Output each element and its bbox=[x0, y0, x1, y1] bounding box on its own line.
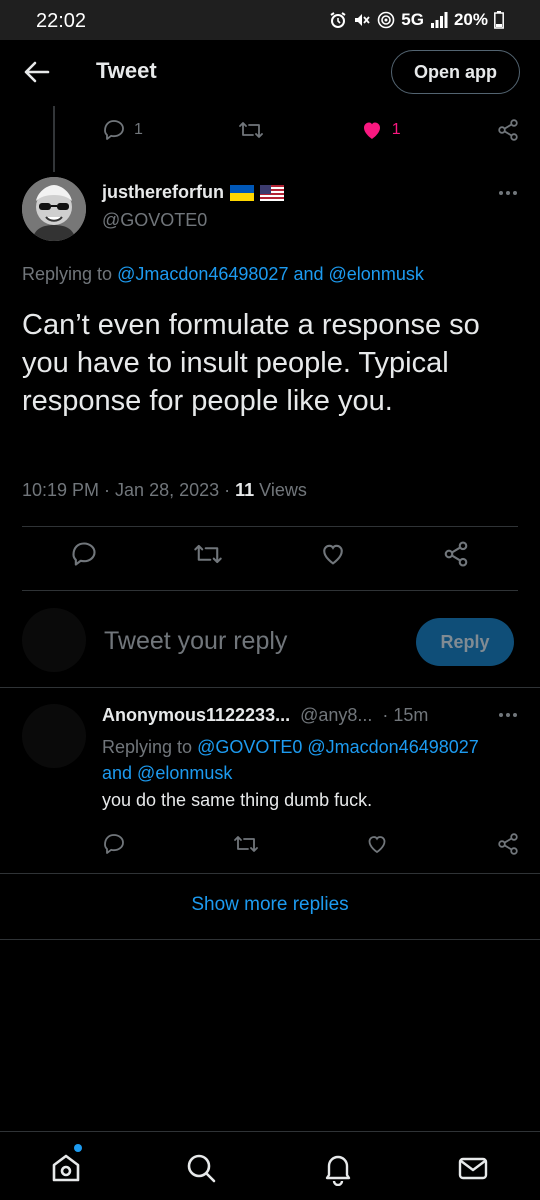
divider bbox=[0, 687, 540, 688]
nav-search[interactable] bbox=[183, 1150, 219, 1186]
tweet-timestamp[interactable]: 10:19 PM · Jan 28, 2023 · bbox=[22, 480, 235, 500]
bottom-nav bbox=[0, 1131, 540, 1200]
battery-icon bbox=[494, 11, 504, 29]
network-type: 5G bbox=[401, 10, 424, 29]
status-time: 22:02 bbox=[36, 10, 87, 32]
retweet-action[interactable] bbox=[233, 832, 259, 856]
reply-actions bbox=[102, 832, 520, 856]
my-avatar bbox=[22, 608, 86, 672]
reply-age: · 15m bbox=[382, 705, 429, 725]
mention-link[interactable]: @Jmacdon46498027 bbox=[117, 264, 288, 284]
reply-icon bbox=[104, 834, 124, 854]
top-bar: Tweet Open app bbox=[0, 40, 540, 106]
replying-to-prefix: Replying to bbox=[102, 737, 198, 757]
reply-input[interactable]: Tweet your reply bbox=[104, 627, 287, 656]
share-action[interactable] bbox=[442, 540, 470, 568]
replying-to: Replying to @Jmacdon46498027 and @elonmu… bbox=[22, 264, 424, 285]
like-action[interactable] bbox=[365, 832, 389, 856]
mention-link[interactable]: @GOVOTE0 bbox=[197, 737, 302, 757]
mail-icon bbox=[458, 1157, 488, 1180]
previous-tweet-actions: 1 1 bbox=[102, 118, 520, 142]
more-options-button[interactable] bbox=[498, 184, 518, 202]
more-horizontal-icon bbox=[499, 713, 517, 717]
open-app-button[interactable]: Open app bbox=[390, 50, 520, 94]
nav-messages[interactable] bbox=[455, 1150, 491, 1186]
show-more-replies-link[interactable]: Show more replies bbox=[0, 894, 540, 916]
mention-link[interactable]: @elonmusk bbox=[329, 264, 424, 284]
share-action[interactable] bbox=[496, 832, 520, 856]
retweet-icon bbox=[239, 122, 264, 138]
reply-header: Anonymous1122233... @any8... · 15m bbox=[102, 705, 428, 726]
like-count: 1 bbox=[391, 121, 401, 138]
mention-link[interactable]: @Jmacdon46498027 bbox=[307, 737, 478, 757]
alarm-icon bbox=[330, 12, 346, 28]
back-button[interactable] bbox=[18, 54, 54, 90]
reply-count: 1 bbox=[134, 121, 143, 138]
reply-action[interactable]: 1 bbox=[102, 118, 143, 142]
search-icon bbox=[187, 1154, 216, 1183]
tweet-meta: 10:19 PM · Jan 28, 2023 · 11 Views bbox=[22, 480, 307, 501]
tweet-actions bbox=[70, 540, 470, 568]
like-action[interactable]: 1 bbox=[360, 118, 401, 142]
reply-author-name[interactable]: Anonymous1122233... bbox=[102, 705, 290, 726]
share-icon bbox=[444, 541, 468, 567]
battery-percent: 20% bbox=[453, 10, 488, 29]
reply-more-options-button[interactable] bbox=[498, 706, 518, 724]
divider bbox=[22, 526, 518, 527]
author-name: justhereforfun bbox=[102, 182, 225, 202]
more-horizontal-icon bbox=[499, 191, 517, 195]
bell-icon bbox=[325, 1155, 351, 1187]
heart-filled-icon bbox=[363, 122, 380, 139]
reply-author-handle[interactable]: @any8... bbox=[300, 705, 372, 726]
reply-icon bbox=[72, 542, 96, 566]
ukraine-flag-icon bbox=[230, 184, 255, 201]
home-notification-dot bbox=[74, 1144, 82, 1152]
nav-notifications[interactable] bbox=[320, 1150, 356, 1187]
replying-and: and bbox=[102, 763, 138, 783]
views-label: Views bbox=[254, 480, 307, 500]
tweet-text: Can’t even formulate a response so you h… bbox=[22, 309, 480, 417]
us-flag-icon bbox=[260, 184, 285, 201]
retweet-action[interactable] bbox=[238, 118, 264, 142]
share-icon bbox=[498, 833, 518, 855]
reply-avatar[interactable] bbox=[22, 704, 86, 768]
heart-icon bbox=[322, 544, 343, 565]
views-count: 11 bbox=[235, 480, 255, 500]
share-action[interactable] bbox=[496, 118, 520, 142]
retweet-icon bbox=[194, 544, 223, 564]
hotspot-icon bbox=[377, 11, 395, 29]
reply-icon bbox=[104, 120, 124, 140]
nav-home[interactable] bbox=[48, 1150, 84, 1186]
home-icon bbox=[52, 1154, 80, 1182]
divider bbox=[22, 590, 518, 591]
retweet-action[interactable] bbox=[193, 540, 223, 568]
reply-replying-to: Replying to @GOVOTE0 @Jmacdon46498027 and… bbox=[102, 734, 522, 786]
avatar-image bbox=[22, 177, 86, 241]
signal-icon bbox=[430, 12, 448, 28]
reply-action[interactable] bbox=[70, 540, 98, 568]
reply-button[interactable]: Reply bbox=[416, 618, 514, 666]
arrow-left-icon bbox=[24, 61, 50, 83]
mute-icon bbox=[355, 14, 370, 26]
replying-to-prefix: Replying to bbox=[22, 264, 118, 284]
status-bar: 22:02 5G 20% bbox=[0, 0, 540, 40]
retweet-icon bbox=[233, 836, 258, 852]
like-action[interactable] bbox=[319, 540, 347, 568]
replying-and: and bbox=[288, 264, 329, 284]
heart-icon bbox=[368, 836, 386, 854]
author-avatar[interactable] bbox=[22, 177, 86, 241]
status-icons: 5G 20% bbox=[329, 10, 504, 30]
author-name-row[interactable]: justhereforfun bbox=[102, 182, 285, 203]
divider bbox=[0, 939, 540, 940]
divider bbox=[0, 873, 540, 874]
author-handle[interactable]: @GOVOTE0 bbox=[102, 210, 207, 231]
reply-action[interactable] bbox=[102, 832, 126, 856]
page-title: Tweet bbox=[96, 58, 157, 83]
share-icon bbox=[498, 119, 518, 141]
thread-line bbox=[53, 106, 55, 172]
mention-link[interactable]: @elonmusk bbox=[137, 763, 232, 783]
reply-text: you do the same thing dumb fuck. bbox=[102, 790, 373, 810]
